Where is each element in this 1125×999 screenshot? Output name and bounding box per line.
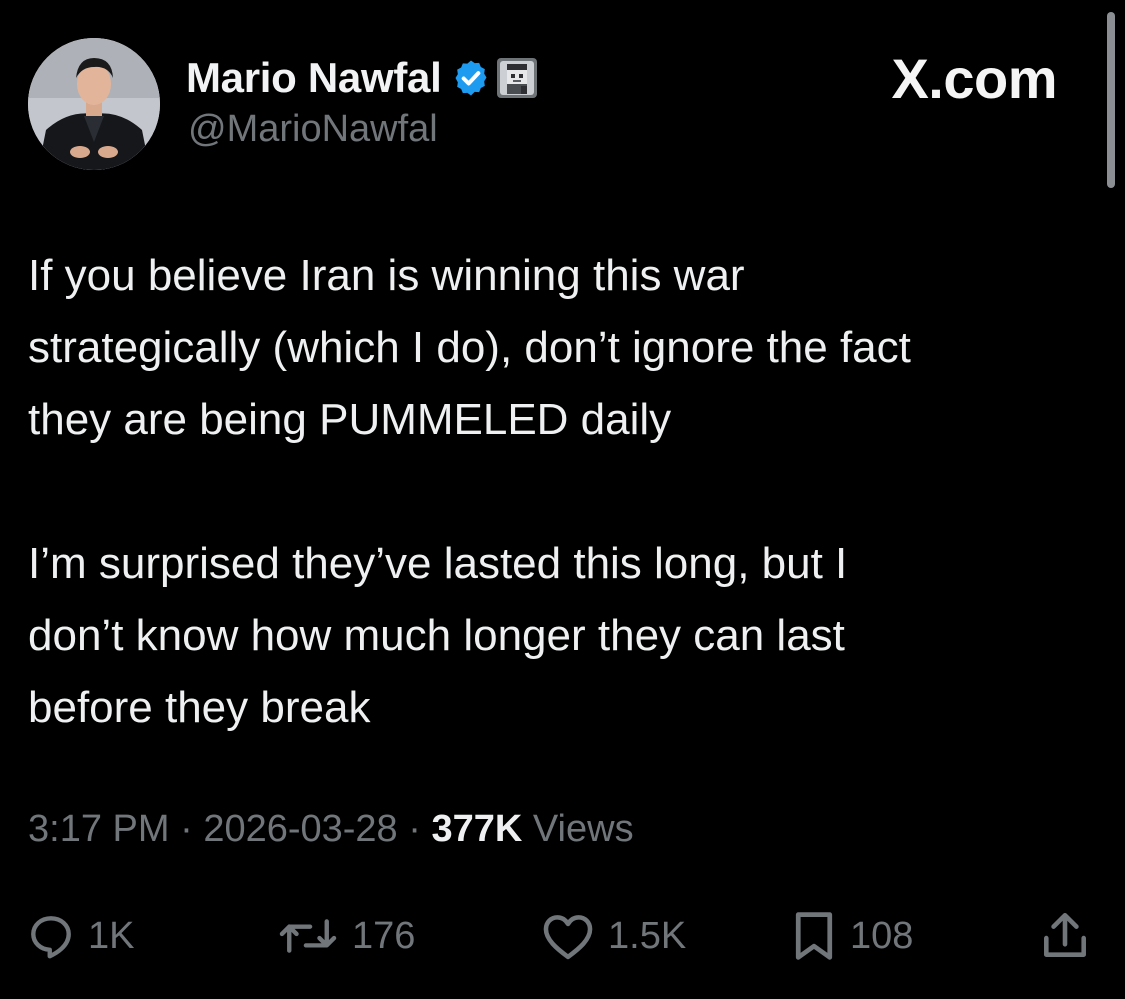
bookmark-count: 108 xyxy=(850,914,914,957)
tweet-line: before they break xyxy=(28,683,371,732)
like-button[interactable]: 1.5K xyxy=(540,906,686,966)
bookmark-button[interactable]: 108 xyxy=(790,906,913,966)
tweet-time[interactable]: 3:17 PM xyxy=(28,808,170,850)
verified-badge-icon xyxy=(455,60,487,96)
avatar[interactable] xyxy=(28,38,160,170)
views-label: Views xyxy=(532,808,634,850)
scrollbar[interactable] xyxy=(1107,12,1115,188)
tweet-text: If you believe Iran is winning this war … xyxy=(28,240,1088,744)
x-watermark: X.com xyxy=(891,47,1057,110)
views-count: 377K xyxy=(431,808,523,850)
reply-button[interactable]: 1K xyxy=(26,906,134,966)
share-icon xyxy=(1044,912,1086,957)
avatar-photo xyxy=(28,38,160,170)
tweet-line: don’t know how much longer they can last xyxy=(28,611,845,660)
pixel-avatar-affiliate-icon[interactable] xyxy=(497,58,538,98)
author-name-row: Mario Nawfal xyxy=(186,54,538,102)
author-display-name[interactable]: Mario Nawfal xyxy=(186,54,442,102)
tweet-line: strategically (which I do), don’t ignore… xyxy=(28,323,911,372)
share-button[interactable] xyxy=(1040,906,1090,966)
tweet-date[interactable]: 2026-03-28 xyxy=(203,808,397,850)
tweet-line: they are being PUMMELED daily xyxy=(28,395,672,444)
reply-count: 1K xyxy=(88,914,135,957)
repost-count: 176 xyxy=(352,914,416,957)
author-handle[interactable]: @MarioNawfal xyxy=(188,108,438,151)
meta-separator: · xyxy=(408,808,432,850)
repost-button[interactable]: 176 xyxy=(276,906,415,966)
tweet-line: If you believe Iran is winning this war xyxy=(28,251,745,300)
repost-icon xyxy=(279,919,337,953)
heart-icon xyxy=(543,915,593,960)
bookmark-icon xyxy=(795,912,833,960)
reply-icon xyxy=(31,916,71,959)
like-count: 1.5K xyxy=(608,914,687,957)
tweet-line: I’m surprised they’ve lasted this long, … xyxy=(28,539,848,588)
meta-separator: · xyxy=(180,808,204,850)
action-bar: 1K 176 1.5K 108 xyxy=(0,906,1125,966)
tweet-meta: 3:17 PM · 2026-03-28 · 377K Views xyxy=(28,808,634,851)
